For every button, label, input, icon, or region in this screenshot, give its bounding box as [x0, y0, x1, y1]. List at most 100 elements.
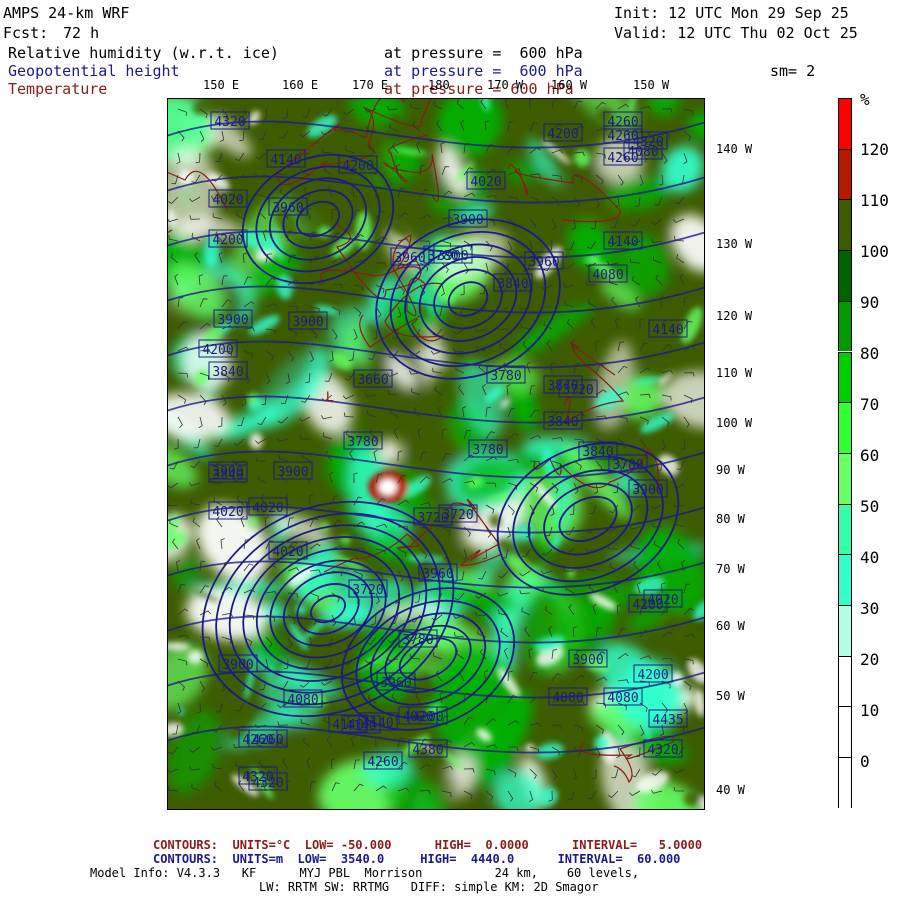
height-contour-label: 3840 [578, 441, 618, 460]
height-contour-label: 3900 [628, 479, 668, 498]
height-contour-label: 4435 [648, 709, 688, 728]
height-contour-label: 3780 [398, 629, 438, 648]
lon-label: 130 W [716, 237, 753, 251]
height-contour-label: 3900 [273, 461, 313, 480]
label-text: 4080 [592, 268, 623, 283]
label-text: 3900 [222, 658, 253, 673]
height-contour-label: 3900 [448, 209, 488, 228]
label-text: 3780 [490, 369, 521, 384]
colorbar-segment [838, 655, 852, 707]
label-text: 4200 [632, 598, 663, 613]
height-contour-label: 4200 [543, 123, 583, 142]
temp-contour-info: CONTOURS: UNITS=°C LOW= -50.000 HIGH= 0.… [153, 838, 703, 852]
label-text: 3780 [612, 458, 643, 473]
label-text: 3900 [632, 483, 663, 498]
lon-label: 150 E [203, 78, 240, 92]
height-contour-label: 3900 [433, 245, 473, 264]
label-text: 3900 [572, 653, 603, 668]
label-text: 4260 [607, 115, 638, 130]
label-text: 3840 [547, 379, 578, 394]
label-text: 4200 [637, 668, 668, 683]
label-text: 4020 [402, 710, 433, 725]
height-contour-label: 3840 [208, 361, 248, 380]
label-text: 3960 [272, 201, 303, 216]
height-contour-label: 4080 [283, 689, 323, 708]
label-text: 4080 [287, 693, 318, 708]
height-contour-label: 4200 [628, 594, 668, 613]
lon-label: 180 [428, 78, 450, 92]
label-text: 4320 [252, 776, 283, 791]
height-contour-label: 4320 [248, 772, 288, 791]
height-contour-label: 4320 [628, 131, 668, 150]
height-contour-label: 4140 [266, 149, 306, 168]
lon-label: 60 W [716, 619, 745, 633]
label-text: 3780 [472, 443, 503, 458]
height-contour-label: 4260 [603, 147, 643, 166]
humidity-streak [355, 211, 372, 251]
label-text: 3900 [217, 313, 248, 328]
lon-label: 100 W [716, 416, 753, 430]
height-contour-label: 4020 [208, 501, 248, 520]
colorbar-segment [838, 351, 852, 403]
height-contour-label: 3780 [468, 439, 508, 458]
label-text: 3840 [212, 468, 243, 483]
rh-pressure-label: at pressure = 600 hPa [384, 44, 583, 62]
label-text: 4260 [607, 151, 638, 166]
height-contour-label: 4380 [408, 739, 448, 758]
valid-time: Valid: 12 UTC Thu 02 Oct 25 [614, 24, 858, 42]
height-contour-label: 4140 [358, 712, 398, 731]
height-contour-label: 3720 [438, 504, 478, 523]
height-contour-label: 4320 [643, 739, 683, 758]
model-info: Model Info: V4.3.3 KF MYJ PBL Morrison 2… [90, 866, 640, 880]
label-text: 4260 [367, 755, 398, 770]
forecast-label: Fcst: [3, 24, 49, 42]
label-text: 3720 [352, 583, 383, 598]
label-text: 4435 [652, 713, 683, 728]
colorbar-segment [838, 300, 852, 352]
label-text: 4140 [270, 153, 301, 168]
label-text: 4200 [202, 343, 233, 358]
height-contour-label: 4260 [363, 751, 403, 770]
height-contour-label: 4140 [648, 319, 688, 338]
label-text: 4260 [252, 733, 283, 748]
model-info-physics: LW: RRTM SW: RRTMG DIFF: simple KM: 2D S… [259, 880, 599, 894]
label-text: 3840 [547, 415, 578, 430]
height-contour-label: 3720 [348, 579, 388, 598]
colorbar-tick-label: 60 [860, 446, 880, 465]
label-text: 3840 [497, 277, 528, 292]
label-text: 3900 [292, 315, 323, 330]
height-contour-label: 3780 [343, 431, 383, 450]
label-text: 4200 [547, 127, 578, 142]
model-title: AMPS 24-km WRF [3, 4, 130, 22]
label-text: 4140 [362, 716, 393, 731]
height-contour-label: 3900 [213, 309, 253, 328]
map-canvas: 4320 4200 4260 4140 4200 4080 4020 4020 3960 3960… [168, 99, 704, 809]
rh-field-label: Relative humidity (w.r.t. ice) [8, 44, 279, 62]
label-text: 4140 [607, 235, 638, 250]
lon-label: 170 E [352, 78, 389, 92]
label-text: 3840 [212, 365, 243, 380]
lon-label: 50 W [716, 689, 745, 703]
label-text: 3960 [528, 255, 559, 270]
colorbar-segment [838, 148, 852, 200]
label-text: 4200 [212, 233, 243, 248]
colorbar-segment [838, 98, 852, 149]
height-contour-label: 3780 [486, 365, 526, 384]
height-contour-label: 3840 [208, 464, 248, 483]
colorbar-tick-label: 30 [860, 599, 880, 618]
colorbar-tick-label: 90 [860, 293, 880, 312]
height-contour-label: 3960 [418, 563, 458, 582]
height-contour-label: 4080 [603, 687, 643, 706]
label-text: 3960 [380, 676, 411, 691]
height-contour-label: 3960 [390, 247, 430, 266]
label-text: 4020 [212, 505, 243, 520]
colorbar-tick-label: 100 [860, 242, 889, 261]
lon-label: 170 W [487, 78, 524, 92]
low-pressure-marker: L [326, 388, 334, 404]
height-contour-label: 3780 [608, 454, 648, 473]
label-text: 3780 [347, 435, 378, 450]
label-text: 3720 [442, 508, 473, 523]
height-contour-label: 3840 [543, 411, 583, 430]
label-text: 4020 [212, 193, 243, 208]
colorbar-tick-label: 80 [860, 344, 880, 363]
